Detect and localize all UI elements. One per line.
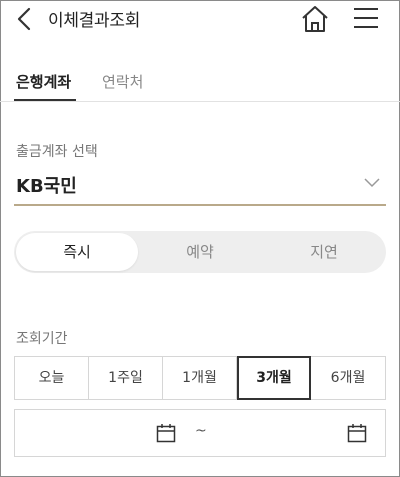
- tab-contact[interactable]: 연락처: [102, 71, 143, 92]
- period-6months-button[interactable]: 6개월: [311, 357, 385, 399]
- chevron-down-icon[interactable]: [364, 178, 380, 188]
- end-date-calendar-icon[interactable]: [347, 423, 367, 443]
- account-select-label: 출금계좌 선택: [16, 144, 98, 160]
- segment-delayed[interactable]: 지연: [262, 231, 386, 273]
- hamburger-menu-icon[interactable]: [352, 6, 380, 30]
- page-title: 이체결과조회: [48, 11, 141, 31]
- period-label: 조회기간: [16, 331, 68, 347]
- transfer-type-segment: 즉시 예약 지연: [14, 231, 386, 273]
- date-range-separator: ~: [195, 423, 207, 439]
- start-date-calendar-icon[interactable]: [156, 423, 176, 443]
- period-1month-button[interactable]: 1개월: [163, 357, 237, 399]
- period-3months-button[interactable]: 3개월: [237, 356, 311, 400]
- segment-scheduled[interactable]: 예약: [138, 231, 262, 273]
- date-range-field: ~: [14, 409, 386, 457]
- segment-immediate[interactable]: 즉시: [16, 233, 138, 271]
- period-selector: 오늘 1주일 1개월 3개월 6개월: [14, 356, 386, 400]
- home-icon[interactable]: [300, 4, 330, 34]
- tab-bar: 은행계좌 연락처: [0, 62, 400, 102]
- top-bar: 이체결과조회: [0, 0, 400, 40]
- account-select-value[interactable]: KB국민: [16, 172, 77, 198]
- tab-bank-account[interactable]: 은행계좌: [16, 71, 71, 92]
- active-tab-indicator: [14, 99, 76, 101]
- period-today-button[interactable]: 오늘: [15, 357, 89, 399]
- period-1week-button[interactable]: 1주일: [89, 357, 163, 399]
- back-chevron-icon[interactable]: [14, 6, 36, 32]
- account-select-underline: [14, 204, 386, 206]
